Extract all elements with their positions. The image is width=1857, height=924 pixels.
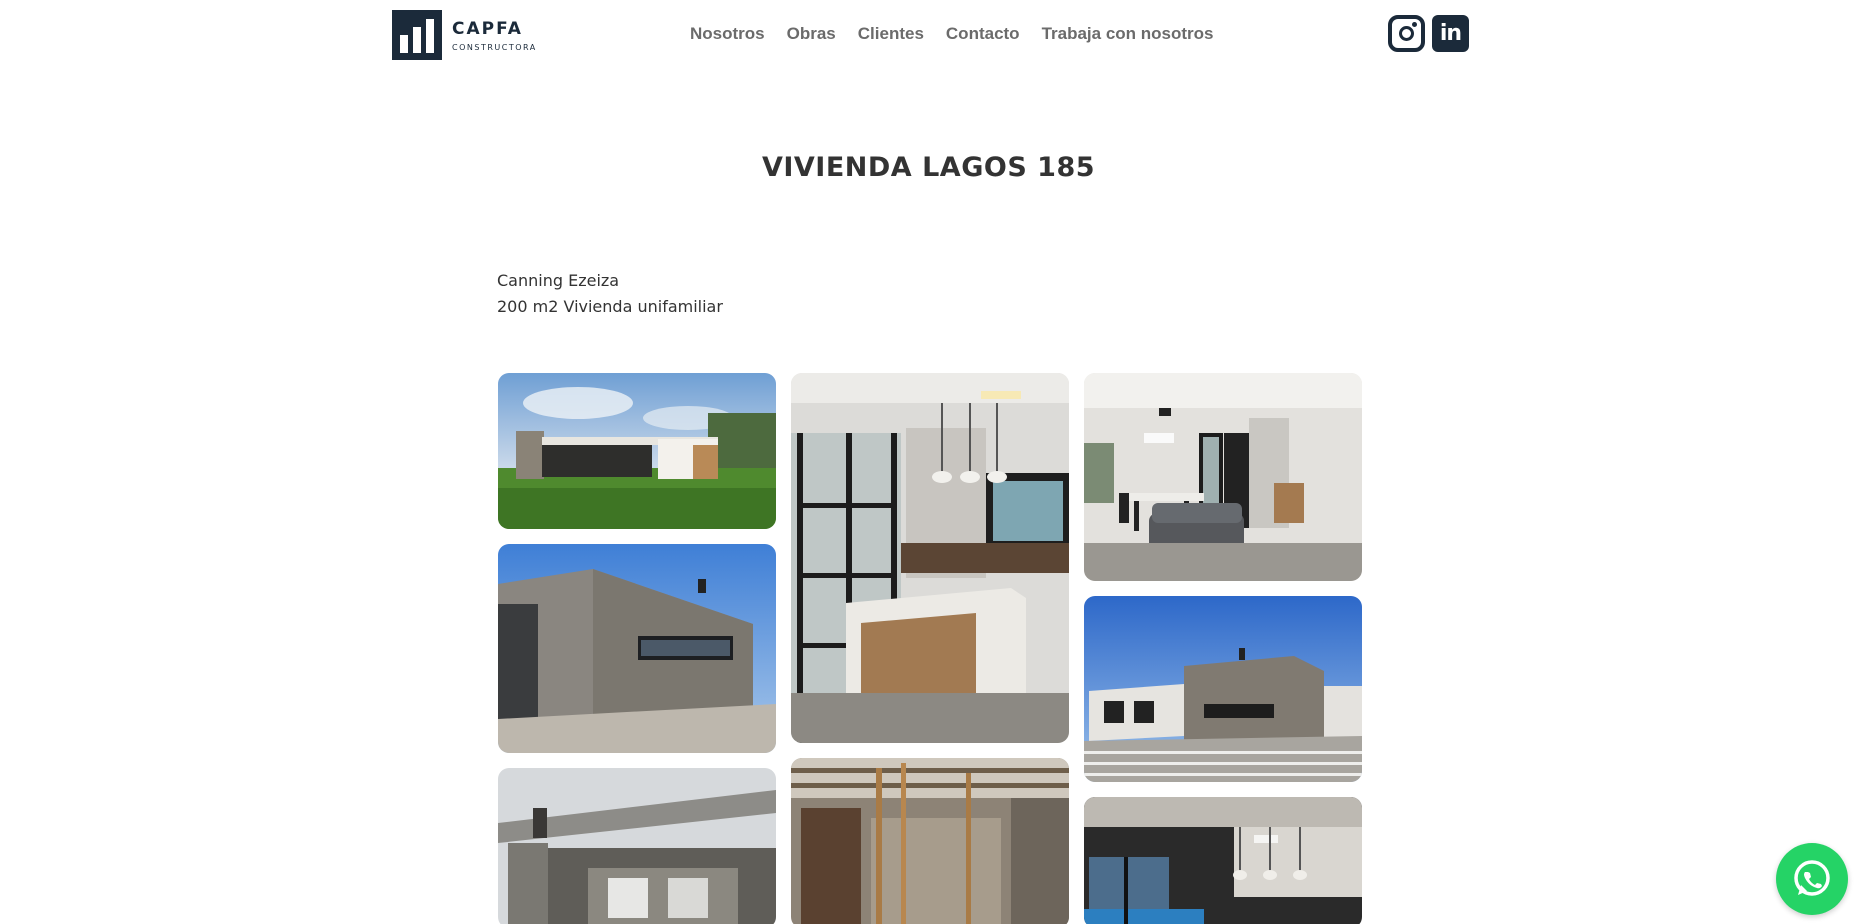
nav-clientes[interactable]: Clientes [858,24,924,44]
nav-trabaja-con-nosotros[interactable]: Trabaja con nosotros [1042,24,1214,44]
nav-contacto[interactable]: Contacto [946,24,1020,44]
page-title: VIVIENDA LAGOS 185 [761,152,1096,183]
whatsapp-icon [1794,860,1830,896]
linkedin-icon[interactable]: in [1432,15,1469,52]
gallery-image-stone-house-exterior[interactable] [1084,596,1362,782]
instagram-icon[interactable] [1388,15,1425,52]
gallery-image-living-dining[interactable] [1084,373,1362,581]
social-links: in [1388,15,1469,52]
nav-obras[interactable]: Obras [787,24,836,44]
gallery-image-kitchen-island[interactable] [791,373,1069,743]
logo-subtitle: CONSTRUCTORA [452,42,537,52]
gallery-image-construction-structure[interactable] [498,768,776,924]
project-description: Canning Ezeiza 200 m2 Vivienda unifamili… [497,268,723,320]
project-location: Canning Ezeiza [497,271,620,290]
nav-nosotros[interactable]: Nosotros [690,24,765,44]
main-nav: Nosotros Obras Clientes Contacto Trabaja… [690,24,1236,44]
site-header: CAPFA CONSTRUCTORA Nosotros Obras Client… [0,0,1857,70]
gallery-image-exterior-render[interactable] [498,373,776,529]
gallery-image-construction-interior[interactable] [791,758,1069,924]
logo[interactable]: CAPFA CONSTRUCTORA [392,10,537,60]
gallery-image-interior-pendants[interactable] [1084,797,1362,924]
logo-name: CAPFA [452,18,523,39]
logo-bars-icon [392,10,442,60]
project-details: 200 m2 Vivienda unifamiliar [497,297,723,316]
whatsapp-button[interactable] [1776,843,1848,915]
gallery-image-stone-facade[interactable] [498,544,776,753]
